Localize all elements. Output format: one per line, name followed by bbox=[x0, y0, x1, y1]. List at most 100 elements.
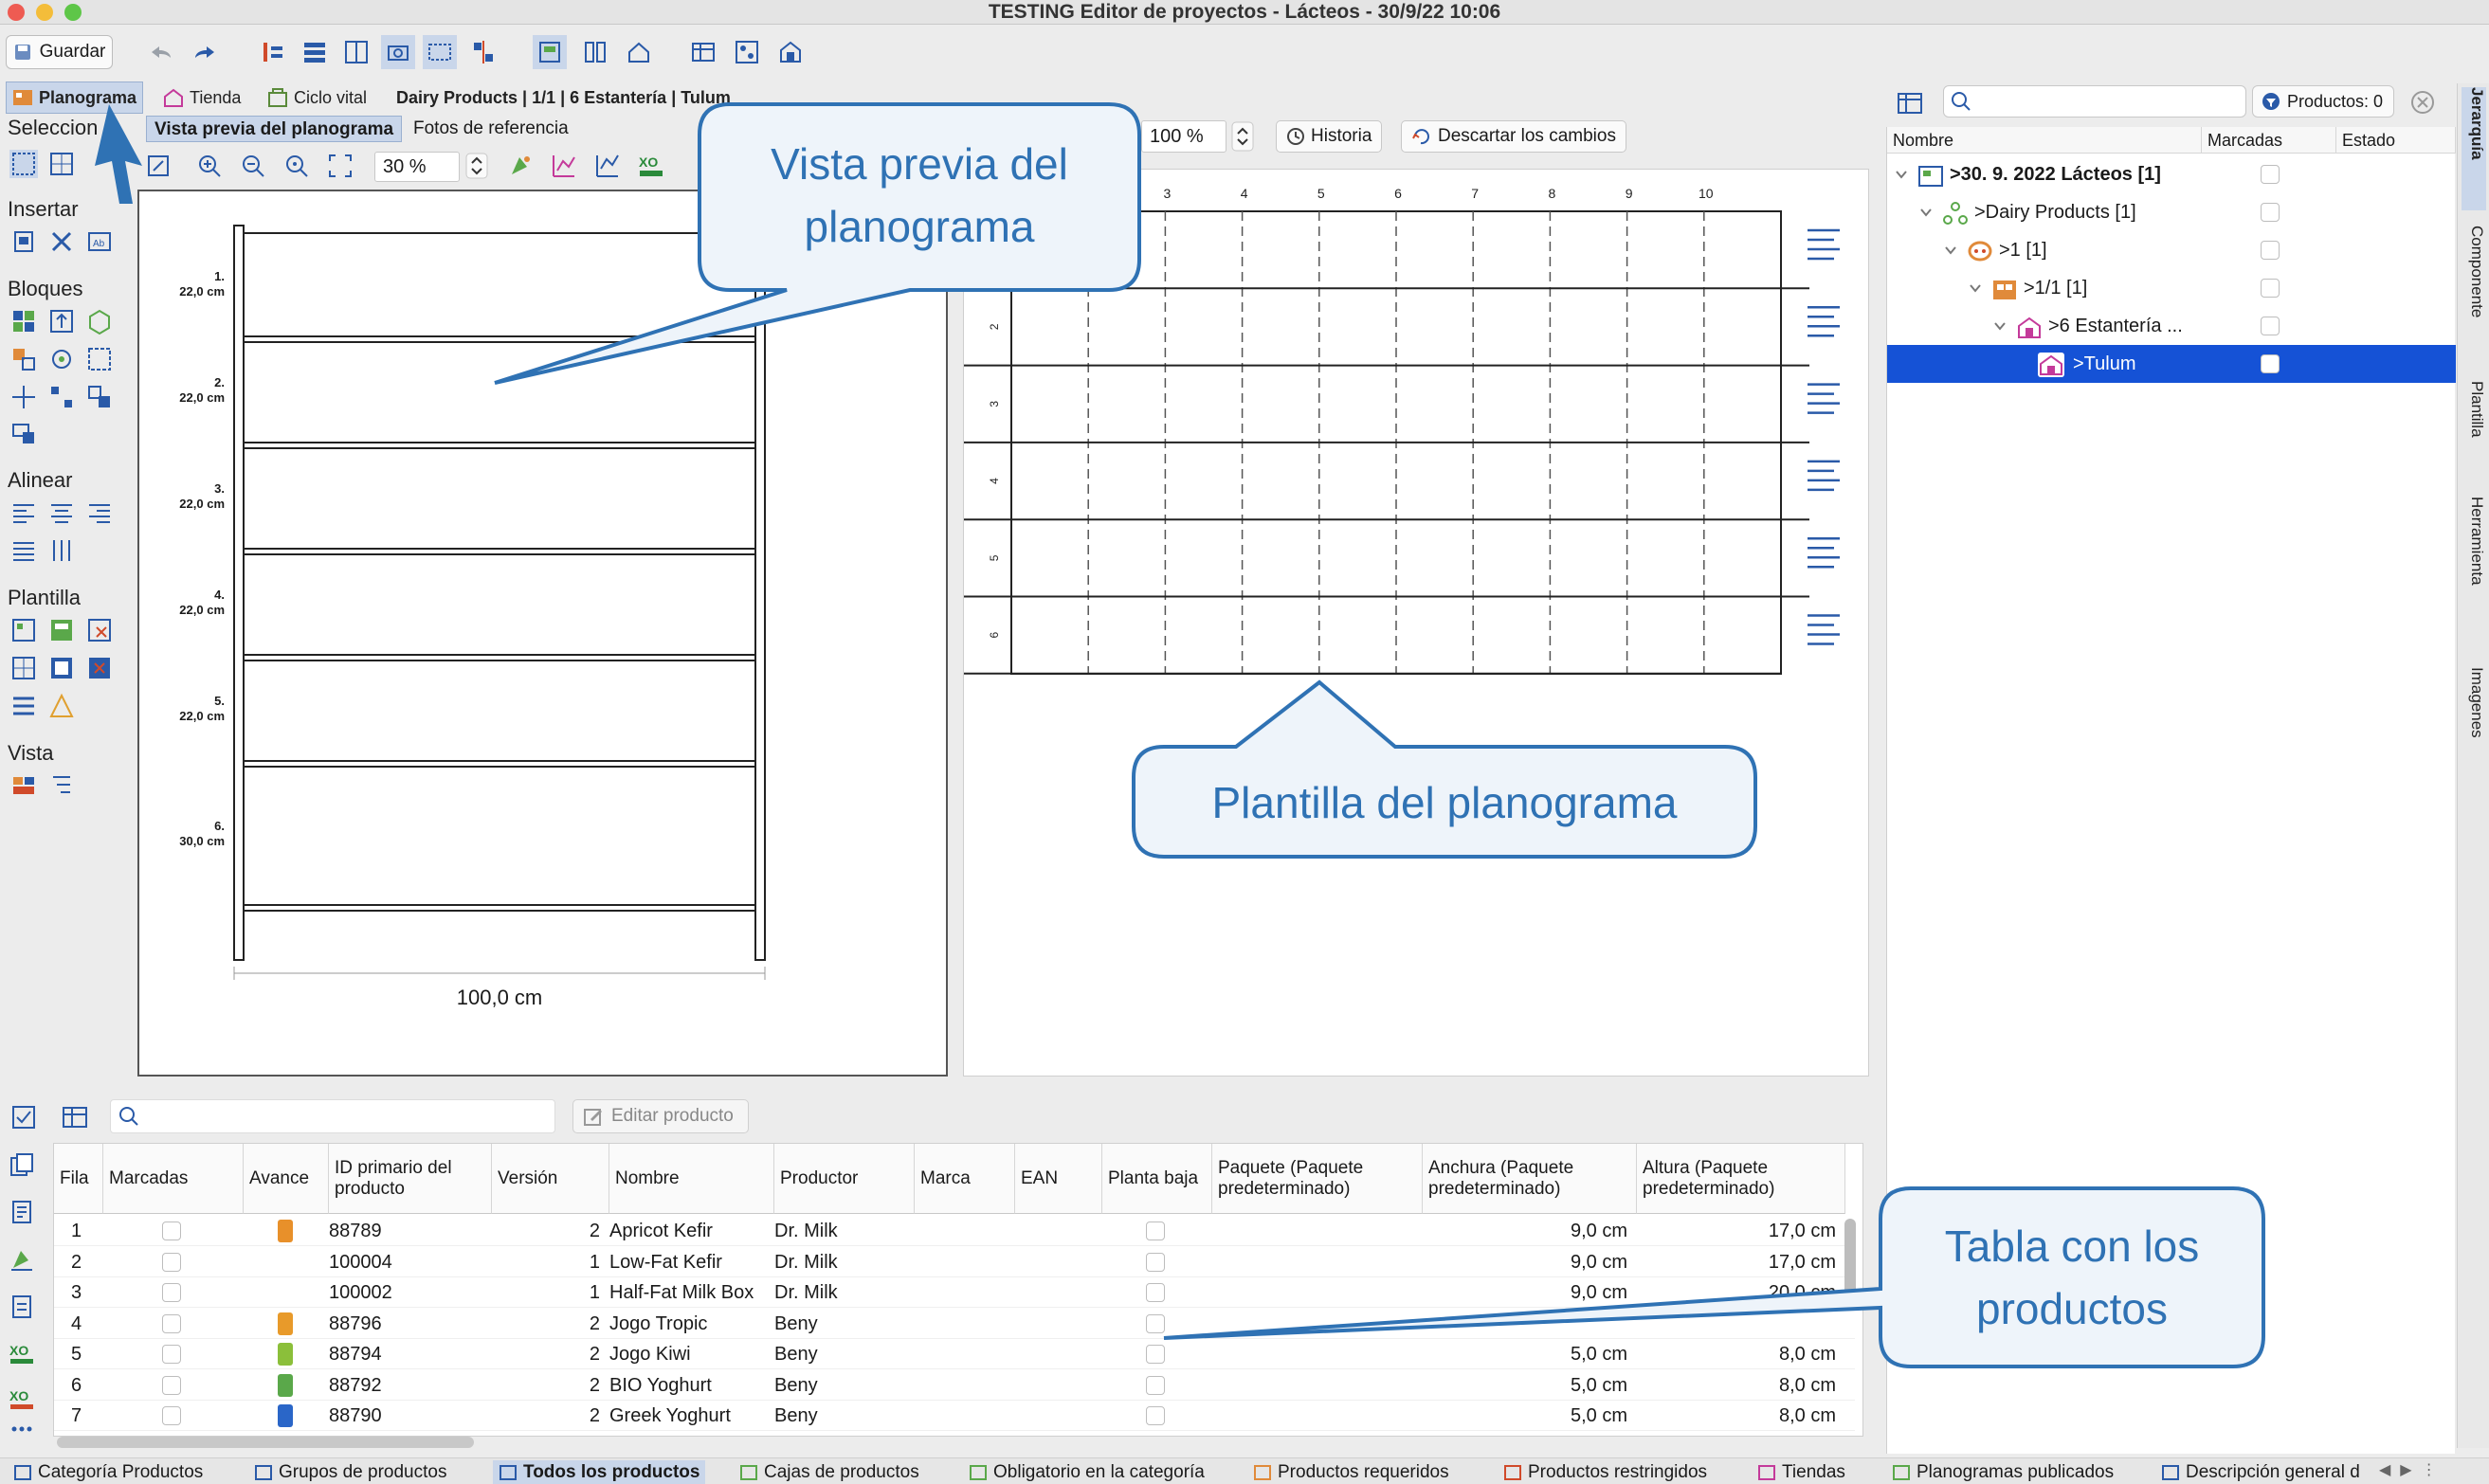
tab-ciclo-vital[interactable]: Ciclo vital bbox=[267, 81, 367, 114]
template-grid-icon[interactable] bbox=[9, 654, 38, 682]
camera-icon[interactable] bbox=[381, 35, 415, 69]
store-view-icon[interactable] bbox=[578, 35, 612, 69]
table-col-header[interactable]: Anchura (Paquete predeterminado) bbox=[1423, 1144, 1637, 1214]
template-table-icon[interactable] bbox=[47, 654, 76, 682]
grid-pattern-icon[interactable] bbox=[730, 35, 764, 69]
hierarchy-search-input[interactable] bbox=[1943, 85, 2246, 118]
side-tab-plantilla[interactable]: Plantilla bbox=[2462, 381, 2486, 495]
history-button[interactable]: Historia bbox=[1276, 120, 1383, 153]
side-tab-herramienta[interactable]: Herramienta bbox=[2462, 497, 2486, 658]
planogram-view-icon[interactable] bbox=[533, 35, 567, 69]
table-col-header[interactable]: EAN bbox=[1015, 1144, 1102, 1214]
columns-icon[interactable] bbox=[339, 35, 373, 69]
vertical-scrollbar[interactable] bbox=[1844, 1219, 1856, 1294]
table-col-header[interactable]: Productor bbox=[774, 1144, 915, 1214]
tree-col-estado[interactable]: Estado bbox=[2336, 127, 2456, 154]
align-right-icon[interactable] bbox=[85, 498, 114, 527]
place-product-icon[interactable] bbox=[8, 1245, 36, 1274]
tab-tienda[interactable]: Tienda bbox=[163, 81, 241, 114]
table-row[interactable]: 6 88792 2 BIO Yoghurt Beny 5,0 cm 8,0 cm bbox=[54, 1370, 1855, 1401]
home-icon[interactable] bbox=[622, 35, 656, 69]
redo-icon[interactable] bbox=[188, 35, 222, 69]
align-left-icon[interactable] bbox=[9, 498, 38, 527]
table-col-header[interactable]: Marcadas bbox=[103, 1144, 244, 1214]
planta-baja-checkbox[interactable] bbox=[1146, 1345, 1165, 1364]
table-col-header[interactable]: Nombre bbox=[609, 1144, 774, 1214]
table-view-icon[interactable] bbox=[1896, 89, 1924, 118]
check-list-icon[interactable] bbox=[9, 1103, 38, 1131]
block-settings-icon[interactable] bbox=[9, 419, 38, 447]
zoom-out-icon[interactable] bbox=[239, 152, 267, 180]
insert-text-icon[interactable]: Ab bbox=[85, 227, 114, 256]
tree-col-nombre[interactable]: Nombre bbox=[1887, 127, 2202, 154]
side-tab-imagenes[interactable]: Imagenes bbox=[2462, 667, 2486, 800]
bottom-tab[interactable]: Descripción general d bbox=[2161, 1460, 2360, 1484]
tree-checkbox[interactable] bbox=[2261, 279, 2280, 298]
table-row[interactable]: 3 100002 1 Half-Fat Milk Box Dr. Milk 9,0 cm 2… bbox=[54, 1277, 1855, 1308]
tree-checkbox[interactable] bbox=[2261, 203, 2280, 222]
table-col-header[interactable]: Marca bbox=[915, 1144, 1015, 1214]
row-checkbox[interactable] bbox=[162, 1345, 181, 1364]
table-col-header[interactable]: Avance bbox=[244, 1144, 329, 1214]
template-remove-icon[interactable] bbox=[85, 654, 114, 682]
view-tree-icon[interactable] bbox=[47, 771, 76, 800]
xo-red-icon[interactable]: XO bbox=[8, 1385, 36, 1414]
insert-remove-icon[interactable] bbox=[47, 227, 76, 256]
table-col-header[interactable]: Paquete (Paquete predeterminado) bbox=[1212, 1144, 1423, 1214]
bottom-tab[interactable]: Obligatorio en la categoría bbox=[969, 1460, 1205, 1484]
row-checkbox[interactable] bbox=[162, 1283, 181, 1302]
tree-checkbox[interactable] bbox=[2261, 354, 2280, 373]
tab-fotos-referencia[interactable]: Fotos de referencia bbox=[406, 116, 576, 142]
tree-node-project[interactable]: >30. 9. 2022 Lácteos [1] bbox=[1887, 155, 2456, 193]
template-apply-icon[interactable] bbox=[47, 616, 76, 644]
tree-checkbox[interactable] bbox=[2261, 165, 2280, 184]
template-delete-icon[interactable] bbox=[85, 616, 114, 644]
edit-product-button[interactable]: Editar producto bbox=[572, 1099, 749, 1133]
planta-baja-checkbox[interactable] bbox=[1146, 1252, 1165, 1272]
block-resize-icon[interactable] bbox=[47, 307, 76, 335]
select-grid-icon[interactable] bbox=[47, 150, 76, 178]
table-col-header[interactable]: ID primario del producto bbox=[329, 1144, 492, 1214]
block-3d-icon[interactable] bbox=[85, 307, 114, 335]
planta-baja-checkbox[interactable] bbox=[1146, 1313, 1165, 1333]
collapse-arrow-icon[interactable] bbox=[1993, 320, 2007, 332]
bottom-tab[interactable]: Todos los productos bbox=[493, 1460, 706, 1484]
product-view-icon[interactable] bbox=[506, 152, 535, 180]
xo-icon[interactable]: XO bbox=[637, 152, 665, 180]
table-row[interactable]: 4 88796 2 Jogo Tropic Beny bbox=[54, 1309, 1855, 1339]
tree-node-shelf[interactable]: >6 Estantería ... bbox=[1887, 307, 2456, 345]
table-col-header[interactable]: Fila bbox=[54, 1144, 103, 1214]
block-distribute-icon[interactable] bbox=[47, 383, 76, 411]
align-center-icon[interactable] bbox=[47, 498, 76, 527]
notes-icon[interactable] bbox=[8, 1293, 36, 1321]
planta-baja-checkbox[interactable] bbox=[1146, 1406, 1165, 1425]
chart-compare-icon[interactable] bbox=[593, 152, 622, 180]
align-vertical-icon[interactable] bbox=[47, 536, 76, 565]
save-button[interactable]: Guardar bbox=[6, 35, 113, 69]
side-tab-jerarquia[interactable]: Jerarquía bbox=[2462, 87, 2486, 210]
align-tool-icon[interactable] bbox=[466, 35, 500, 69]
zoom-reset-icon[interactable] bbox=[282, 152, 311, 180]
shelves-icon[interactable] bbox=[298, 35, 332, 69]
row-checkbox[interactable] bbox=[162, 1313, 181, 1333]
row-checkbox[interactable] bbox=[162, 1252, 181, 1272]
block-create-icon[interactable] bbox=[9, 307, 38, 335]
zoom-input[interactable]: 30 % bbox=[374, 152, 460, 182]
planta-baja-checkbox[interactable] bbox=[1146, 1375, 1165, 1395]
copy-icon[interactable] bbox=[8, 1150, 36, 1179]
template-list-icon[interactable] bbox=[9, 692, 38, 720]
dimensions-icon[interactable] bbox=[423, 35, 457, 69]
planta-baja-checkbox[interactable] bbox=[1146, 1222, 1165, 1240]
table-settings-icon[interactable] bbox=[61, 1103, 89, 1131]
tree-col-marcadas[interactable]: Marcadas bbox=[2202, 127, 2336, 154]
bottom-tab[interactable]: Cajas de productos bbox=[739, 1460, 919, 1484]
xo-green-icon[interactable]: XO bbox=[8, 1340, 36, 1368]
table-col-header[interactable]: Altura (Paquete predeterminado) bbox=[1637, 1144, 1845, 1214]
table-row[interactable]: 7 88790 2 Greek Yoghurt Beny 5,0 cm 8,0 cm bbox=[54, 1401, 1855, 1431]
bottom-tab[interactable]: Productos restringidos bbox=[1503, 1460, 1707, 1484]
select-icon[interactable] bbox=[9, 150, 38, 178]
product-list-icon[interactable] bbox=[8, 1198, 36, 1226]
bottom-tab[interactable]: Planogramas publicados bbox=[1892, 1460, 2114, 1484]
zoom-fit-icon[interactable] bbox=[326, 152, 354, 180]
row-checkbox[interactable] bbox=[162, 1375, 181, 1395]
